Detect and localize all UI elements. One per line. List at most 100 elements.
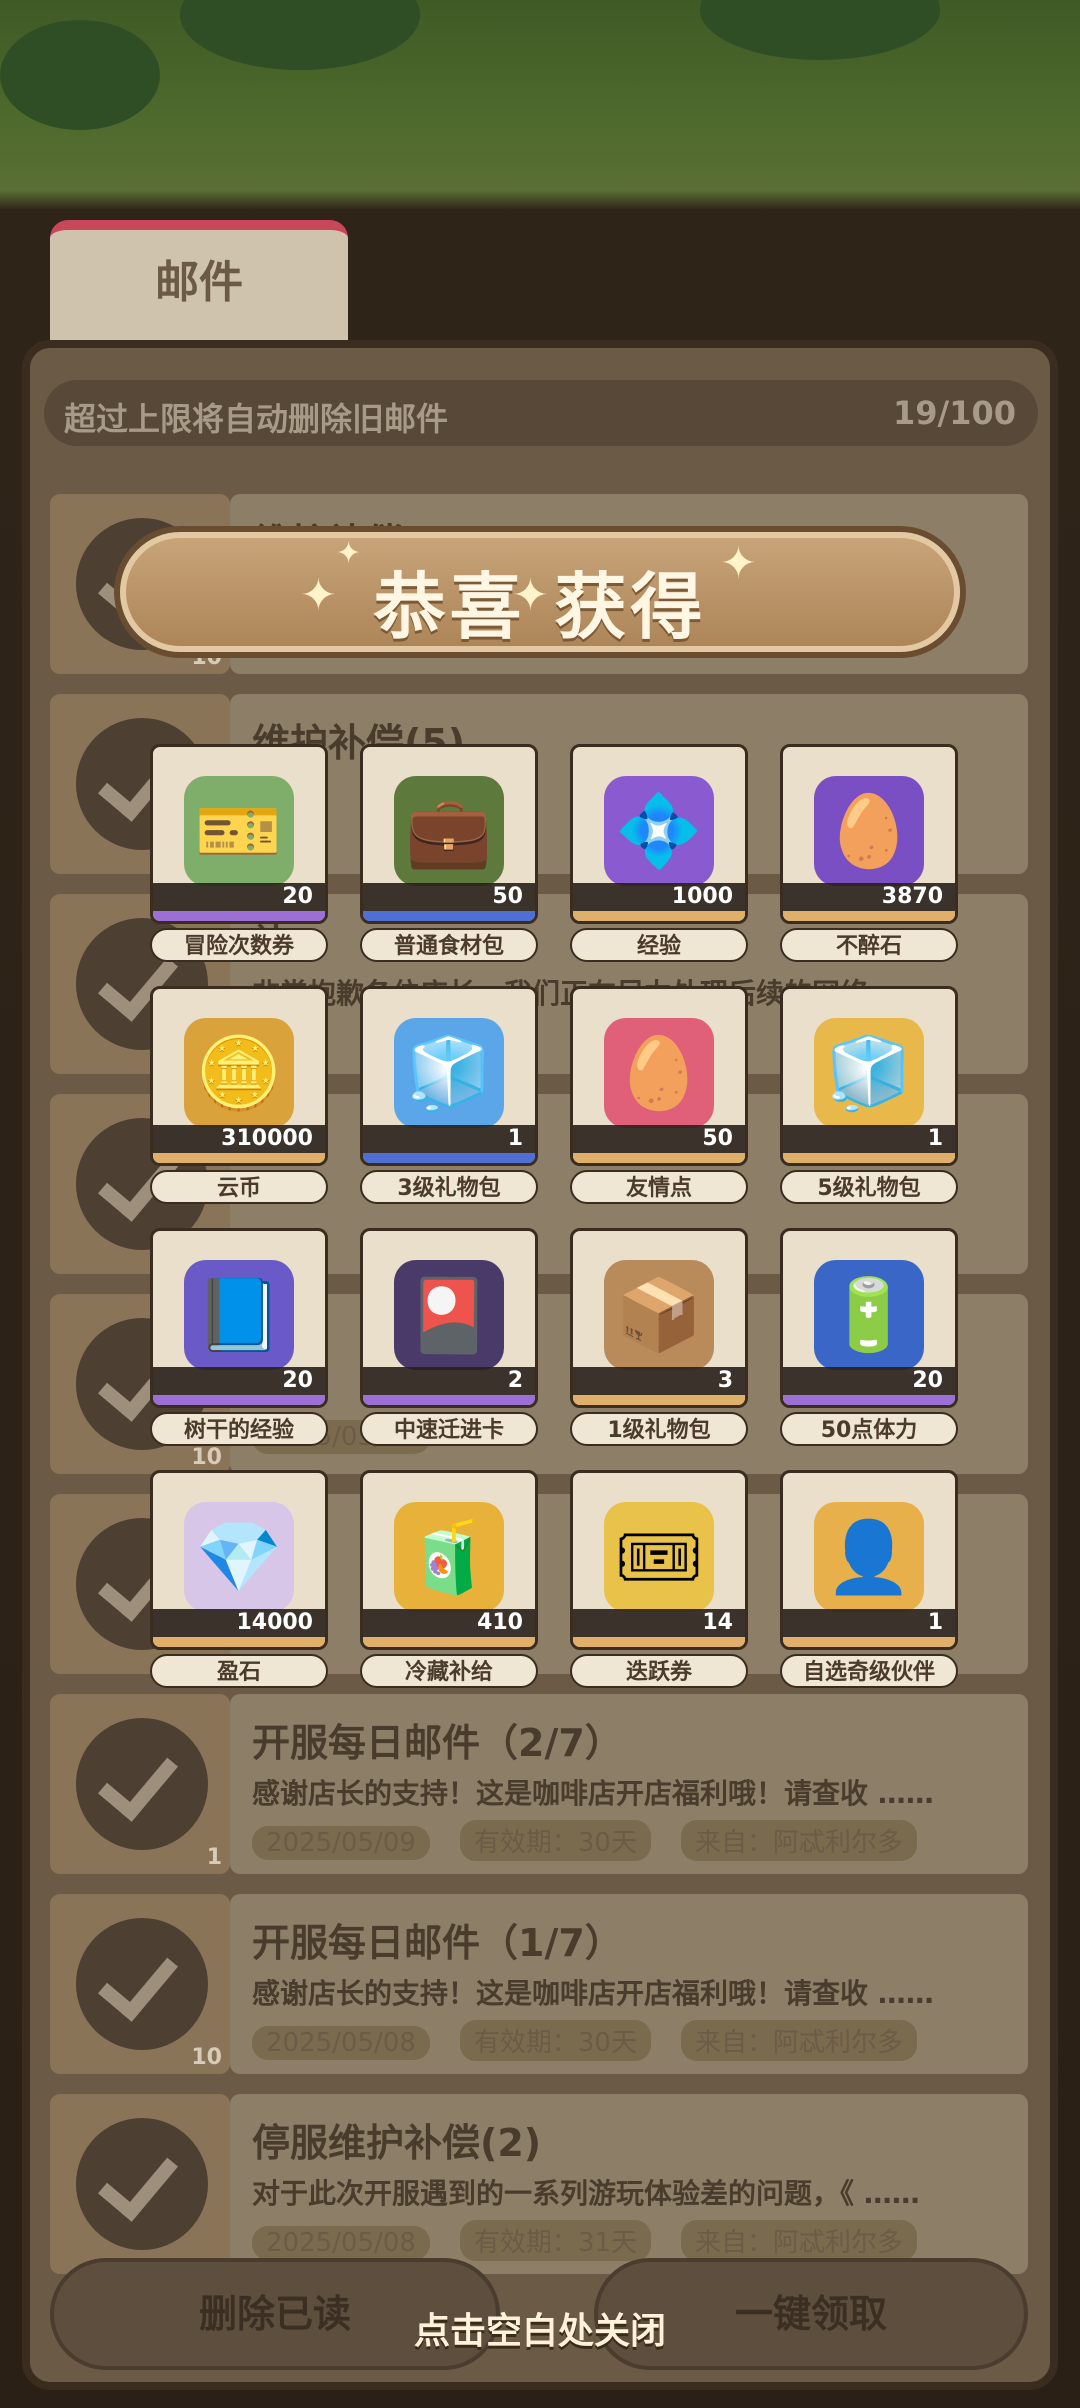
reward-quantity: 1000 [573, 883, 745, 911]
reward-item-frame: 🧊 1 [360, 986, 538, 1166]
reward-item-frame: 💠 1000 [570, 744, 748, 924]
close-hint: 点击空白处关闭 [413, 2311, 666, 2352]
reward-item[interactable]: 🪙 310000 云币 [150, 986, 328, 1204]
reward-item-frame: 💎 14000 [150, 1470, 328, 1650]
reward-quantity: 50 [573, 1125, 745, 1153]
rarity-stripe [363, 911, 535, 921]
exp-card-icon: 💠 [604, 775, 714, 886]
reward-item-frame: 🥚 3870 [780, 744, 958, 924]
sparkle-icon: ✦ [720, 538, 757, 589]
fridge-icon: 🧃 [394, 1501, 504, 1612]
gold-cube-icon: 🧊 [814, 1017, 924, 1128]
reward-name: 1级礼物包 [570, 1412, 748, 1446]
reward-name: 5级礼物包 [780, 1170, 958, 1204]
reward-item-frame: 🪙 310000 [150, 986, 328, 1166]
rarity-stripe [363, 1637, 535, 1647]
rarity-stripe [363, 1153, 535, 1163]
reward-quantity: 50 [363, 883, 535, 911]
reward-name: 50点体力 [780, 1412, 958, 1446]
reward-item-frame: 🎴 2 [360, 1228, 538, 1408]
reward-item[interactable]: 💠 1000 经验 [570, 744, 748, 962]
reward-item[interactable]: 📦 3 1级礼物包 [570, 1228, 748, 1446]
reward-item-frame: 🧃 410 [360, 1470, 538, 1650]
reward-quantity: 1 [363, 1125, 535, 1153]
red-egg-icon: 🥚 [604, 1017, 714, 1128]
reward-quantity: 1 [783, 1125, 955, 1153]
reward-quantity: 2 [363, 1367, 535, 1395]
opal-icon: 💎 [184, 1501, 294, 1612]
reward-overlay[interactable] [0, 0, 1080, 2408]
rarity-stripe [573, 1637, 745, 1647]
reward-name: 不醉石 [780, 928, 958, 962]
rarity-stripe [363, 1395, 535, 1405]
reward-quantity: 410 [363, 1609, 535, 1637]
rarity-stripe [783, 1637, 955, 1647]
reward-item[interactable]: 🥚 50 友情点 [570, 986, 748, 1204]
reward-quantity: 1 [783, 1609, 955, 1637]
sparkle-icon: ✦ [300, 570, 337, 621]
rarity-stripe [783, 1153, 955, 1163]
reward-item[interactable]: 🔋 20 50点体力 [780, 1228, 958, 1446]
reward-item[interactable]: 🧊 1 5级礼物包 [780, 986, 958, 1204]
rarity-stripe [783, 1395, 955, 1405]
rarity-stripe [573, 911, 745, 921]
reward-item[interactable]: 💼 50 普通食材包 [360, 744, 538, 962]
rarity-stripe [573, 1153, 745, 1163]
reward-item-frame: 🔋 20 [780, 1228, 958, 1408]
reward-item[interactable]: 👤 1 自选奇级伙伴 [780, 1470, 958, 1688]
bag-icon: 💼 [394, 775, 504, 886]
reward-item[interactable]: 🎴 2 中速迁进卡 [360, 1228, 538, 1446]
reward-quantity: 3870 [783, 883, 955, 911]
rarity-stripe [153, 1395, 325, 1405]
reward-item-frame: 📦 3 [570, 1228, 748, 1408]
sparkle-icon: ✦ [336, 536, 362, 571]
reward-item[interactable]: 🎟 14 迭跃券 [570, 1470, 748, 1688]
reward-item[interactable]: 🧊 1 3级礼物包 [360, 986, 538, 1204]
reward-item-frame: 🧊 1 [780, 986, 958, 1166]
reward-quantity: 310000 [153, 1125, 325, 1153]
reward-item[interactable]: 🥚 3870 不醉石 [780, 744, 958, 962]
reward-item[interactable]: 💎 14000 盈石 [150, 1470, 328, 1688]
card-icon: 🎴 [394, 1259, 504, 1370]
reward-item[interactable]: 📘 20 树干的经验 [150, 1228, 328, 1446]
reward-name: 中速迁进卡 [360, 1412, 538, 1446]
reward-quantity: 14000 [153, 1609, 325, 1637]
purple-egg-icon: 🥚 [814, 775, 924, 886]
coin-icon: 🪙 [184, 1017, 294, 1128]
rarity-stripe [783, 911, 955, 921]
reward-name: 冷藏补给 [360, 1654, 538, 1688]
blue-cube-icon: 🧊 [394, 1017, 504, 1128]
rarity-stripe [153, 1637, 325, 1647]
reward-quantity: 20 [783, 1367, 955, 1395]
reward-name: 友情点 [570, 1170, 748, 1204]
reward-item-frame: 🥚 50 [570, 986, 748, 1166]
reward-name: 经验 [570, 928, 748, 962]
reward-name: 3级礼物包 [360, 1170, 538, 1204]
reward-item-frame: 📘 20 [150, 1228, 328, 1408]
reward-quantity: 20 [153, 883, 325, 911]
reward-name: 普通食材包 [360, 928, 538, 962]
reward-name: 迭跃券 [570, 1654, 748, 1688]
reward-name: 云币 [150, 1170, 328, 1204]
reward-item-frame: 💼 50 [360, 744, 538, 924]
gold-ticket-icon: 🎟 [604, 1501, 714, 1612]
reward-item[interactable]: 🧃 410 冷藏补给 [360, 1470, 538, 1688]
reward-item-frame: 🎟 14 [570, 1470, 748, 1650]
reward-name: 盈石 [150, 1654, 328, 1688]
sparkle-icon: ✦ [512, 570, 549, 621]
reward-item[interactable]: 🎫 20 冒险次数券 [150, 744, 328, 962]
reward-quantity: 14 [573, 1609, 745, 1637]
rarity-stripe [153, 1153, 325, 1163]
reward-item-frame: 🎫 20 [150, 744, 328, 924]
reward-name: 树干的经验 [150, 1412, 328, 1446]
reward-name: 冒险次数券 [150, 928, 328, 962]
reward-name: 自选奇级伙伴 [780, 1654, 958, 1688]
reward-quantity: 3 [573, 1367, 745, 1395]
battery-icon: 🔋 [814, 1259, 924, 1370]
brown-cube-icon: 📦 [604, 1259, 714, 1370]
reward-item-frame: 👤 1 [780, 1470, 958, 1650]
partner-icon: 👤 [814, 1501, 924, 1612]
book-icon: 📘 [184, 1259, 294, 1370]
rarity-stripe [573, 1395, 745, 1405]
ticket-icon: 🎫 [184, 775, 294, 886]
